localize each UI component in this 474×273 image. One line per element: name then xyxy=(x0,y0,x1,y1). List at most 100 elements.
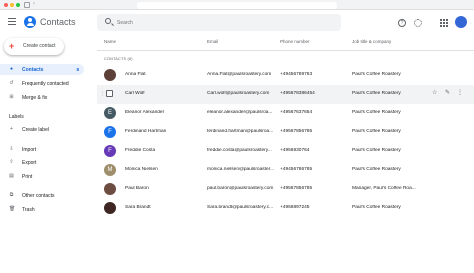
contact-email: monica.nielsen@paulsroaster... xyxy=(207,167,274,172)
contact-phone: +49456789763 xyxy=(280,72,313,77)
maximize-window-icon[interactable] xyxy=(16,3,20,7)
table-row[interactable]: ⋮ Carl Wolf Carl.wolf@paulsroastery.com … xyxy=(97,85,474,104)
sidebar-item-label: Import xyxy=(22,147,37,153)
search-input[interactable] xyxy=(117,17,327,28)
column-header-email[interactable]: Email xyxy=(207,39,218,44)
sidebar-item-label: Contacts xyxy=(22,67,44,73)
back-icon[interactable]: ‹ xyxy=(33,1,39,8)
contact-name: Anna Flat xyxy=(125,72,146,77)
sidebar-item-frequently-contacted[interactable]: ↺ Frequently contacted xyxy=(0,78,84,89)
sidebar-item-label: Frequently contacted xyxy=(22,81,69,87)
app-header: Contacts ? xyxy=(0,10,474,36)
contact-job: Paul's Coffee Roastery xyxy=(352,167,401,172)
sidebar-item-contacts[interactable]: ● Contacts 8 xyxy=(0,64,84,75)
header-divider xyxy=(97,50,474,51)
contact-phone: +49456786785 xyxy=(280,167,313,172)
contact-email: eleanor.alexander@paulsroa... xyxy=(207,110,273,115)
contact-name: Paul Baron xyxy=(125,186,149,191)
table-row[interactable]: Anna Flat Anna.Flat@paulsroastery.com +4… xyxy=(97,66,474,85)
star-icon[interactable]: ☆ xyxy=(432,90,437,97)
sidebar-item-import[interactable]: ⇩ Import xyxy=(0,144,84,155)
contact-name: Freddie Costa xyxy=(125,148,156,153)
trash-icon: 🗑 xyxy=(9,206,16,212)
avatar: E xyxy=(104,107,116,119)
account-avatar[interactable] xyxy=(455,16,467,28)
avatar xyxy=(104,69,116,81)
table-row[interactable]: E Eleanor Alexander eleanor.alexander@pa… xyxy=(97,104,474,123)
sidebar-item-create-label[interactable]: + Create label xyxy=(0,124,84,135)
main-menu-icon[interactable] xyxy=(8,18,16,26)
sidebar-item-label: Print xyxy=(22,174,33,180)
contact-email: paul.baron@paulsroastery.com xyxy=(207,186,274,191)
column-header-phone[interactable]: Phone number xyxy=(280,39,310,44)
avatar xyxy=(104,183,116,195)
sidebar-item-label: Other contacts xyxy=(22,193,55,199)
contact-email: freddie.costa@paulsroastery... xyxy=(207,148,272,153)
import-icon: ⇩ xyxy=(9,146,14,152)
sidebar-item-label: Merge & fix xyxy=(22,95,48,101)
contact-name: Eleanor Alexander xyxy=(125,110,165,115)
table-row[interactable]: F Freddie Costa freddie.costa@paulsroast… xyxy=(97,142,474,161)
browser-chrome: ‹ xyxy=(0,0,474,10)
search-icon[interactable] xyxy=(105,18,111,24)
sidebar-item-merge-fix[interactable]: ⊞ Merge & fix xyxy=(0,92,84,103)
sidebar-item-print[interactable]: ▤ Print xyxy=(0,171,84,182)
contact-phone: +49567637654 xyxy=(280,110,313,115)
window-controls[interactable] xyxy=(4,3,20,7)
contact-phone: +49567856785 xyxy=(280,129,313,134)
drag-handle-icon[interactable]: ⋮ xyxy=(100,91,105,97)
apps-grid-icon[interactable] xyxy=(440,19,448,27)
table-row[interactable]: Paul Baron paul.baron@paulsroastery.com … xyxy=(97,180,474,199)
plus-icon: + xyxy=(9,41,15,51)
labels-heading: Labels xyxy=(9,114,24,120)
minimize-window-icon[interactable] xyxy=(10,3,14,7)
table-header: Name Email Phone number Job title & comp… xyxy=(97,39,474,47)
history-icon: ↺ xyxy=(9,80,14,86)
create-contact-label: Create contact xyxy=(23,43,56,49)
contacts-count: 8 xyxy=(76,67,79,72)
avatar: M xyxy=(104,164,116,176)
contact-name: Ferdinand Hartman xyxy=(125,129,167,134)
contact-email: Anna.Flat@paulsroastery.com xyxy=(207,72,272,77)
contact-job: Paul's Coffee Roastery xyxy=(352,110,401,115)
address-bar[interactable] xyxy=(137,2,337,9)
sidebar-item-export[interactable]: ⇧ Export xyxy=(0,157,84,168)
contact-job: Paul's Coffee Roastery xyxy=(352,129,401,134)
person-icon: ● xyxy=(9,66,14,72)
contact-phone: +4956930764 xyxy=(280,148,310,153)
search-bar[interactable] xyxy=(97,14,341,31)
sidebar-item-label: Trash xyxy=(22,207,35,213)
contact-email: Carl.wolf@paulsroastery.com xyxy=(207,91,270,96)
help-icon[interactable]: ? xyxy=(398,19,406,27)
table-row[interactable]: Sara Brandt Sara.brandt@paulsroastery.c.… xyxy=(97,199,474,218)
sidebar-item-other-contacts[interactable]: ⧉ Other contacts xyxy=(0,190,84,201)
avatar: F xyxy=(104,145,116,157)
edit-pencil-icon[interactable]: ✎ xyxy=(445,90,450,97)
close-window-icon[interactable] xyxy=(4,3,8,7)
sidebar-item-label: Create label xyxy=(22,127,49,133)
contact-phone: +4956897245 xyxy=(280,205,310,210)
export-icon: ⇧ xyxy=(9,159,14,165)
contacts-logo-icon xyxy=(24,16,36,28)
settings-gear-icon[interactable] xyxy=(414,19,422,27)
avatar: F xyxy=(104,126,116,138)
table-row[interactable]: F Ferdinand Hartman ferdinand.hartman@pa… xyxy=(97,123,474,142)
contact-phone: +49567856785 xyxy=(280,186,313,191)
contact-name: Monica Nielsen xyxy=(125,167,158,172)
section-label: CONTACTS (8) xyxy=(104,57,133,61)
contact-job: Paul's Coffee Roastery xyxy=(352,148,401,153)
print-icon: ▤ xyxy=(9,173,14,179)
merge-icon: ⊞ xyxy=(9,94,14,100)
sidebar-item-trash[interactable]: 🗑 Trash xyxy=(0,204,84,215)
more-options-icon[interactable]: ⋮ xyxy=(457,90,463,97)
sidebar-item-label: Export xyxy=(22,160,37,166)
table-row[interactable]: M Monica Nielsen monica.nielsen@paulsroa… xyxy=(97,161,474,180)
row-select-checkbox[interactable] xyxy=(106,90,113,97)
sidebar-toggle-icon[interactable] xyxy=(24,2,30,8)
app-title: Contacts xyxy=(40,17,76,27)
other-contacts-icon: ⧉ xyxy=(9,192,14,198)
column-header-name[interactable]: Name xyxy=(104,39,116,44)
contact-email: ferdinand.hartman@paulsroa... xyxy=(207,129,274,134)
create-contact-button[interactable]: + Create contact xyxy=(4,38,64,55)
column-header-job[interactable]: Job title & company xyxy=(352,39,391,44)
